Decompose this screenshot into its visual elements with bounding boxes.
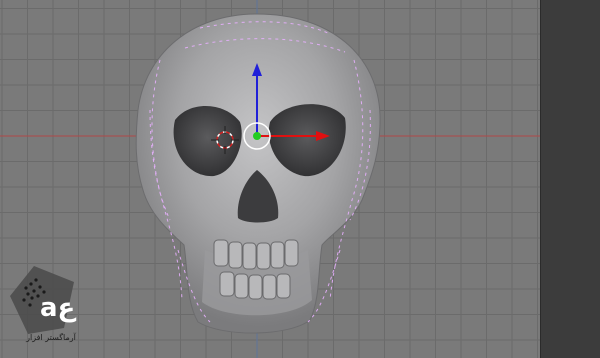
blender-3d-viewport-window: aع آرماگستر افزار	[0, 0, 600, 358]
watermark-logo-icon: aع	[10, 266, 77, 334]
watermark-logo-text: aع	[40, 293, 77, 323]
watermark: aع آرماگستر افزار	[4, 258, 86, 348]
gizmo-center-dot[interactable]	[253, 132, 261, 140]
watermark-caption: آرماگستر افزار	[26, 333, 76, 342]
properties-side-panel[interactable]	[540, 0, 600, 358]
